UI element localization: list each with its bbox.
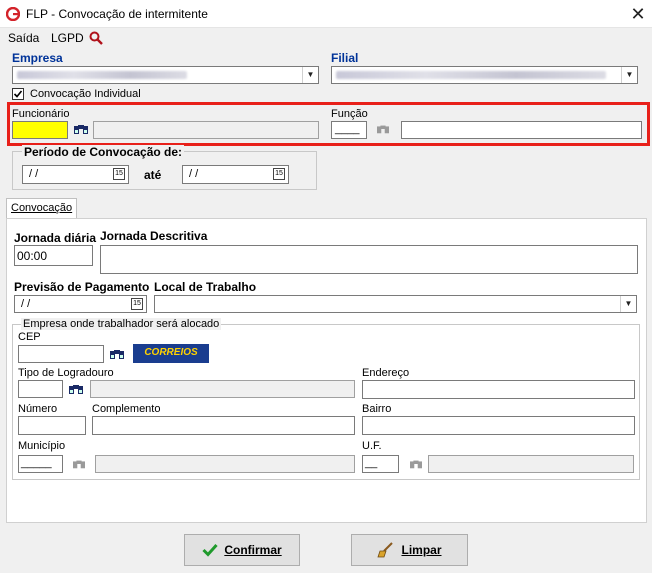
filial-select[interactable]: ▼ <box>331 66 638 84</box>
binoculars-icon[interactable] <box>68 382 84 399</box>
jornada-diaria-input[interactable]: 00:00 <box>14 245 93 266</box>
empresa-select[interactable]: ▼ <box>12 66 319 84</box>
municipio-label: Município <box>18 440 66 452</box>
menu-saida[interactable]: Saída <box>8 31 39 45</box>
convocacao-individual-label: Convocação Individual <box>30 88 141 100</box>
cep-input[interactable] <box>18 345 104 363</box>
periodo-to-value: / / <box>189 168 199 180</box>
periodo-ate-label: até <box>144 168 162 182</box>
chevron-down-icon[interactable]: ▼ <box>621 67 637 83</box>
jornada-diaria-label: Jornada diária <box>14 231 97 245</box>
window-title: FLP - Convocação de intermitente <box>26 7 208 21</box>
tipo-logradouro-desc-field <box>90 380 355 398</box>
municipio-name-field <box>95 455 355 473</box>
uf-label: U.F. <box>362 440 382 452</box>
tipo-logradouro-label: Tipo de Logradouro <box>18 367 114 379</box>
numero-label: Número <box>18 403 58 415</box>
limpar-button[interactable]: Limpar <box>351 534 468 566</box>
periodo-from-value: / / <box>29 168 39 180</box>
municipio-code-input[interactable]: _____ <box>18 455 63 473</box>
local-trabalho-label: Local de Trabalho <box>154 280 257 294</box>
jornada-descritiva-input[interactable] <box>100 245 638 274</box>
periodo-from-input[interactable]: / / 15 <box>22 165 129 184</box>
bairro-label: Bairro <box>362 403 392 415</box>
complemento-input[interactable] <box>92 416 355 435</box>
funcao-name-field[interactable] <box>401 121 642 139</box>
jornada-descritiva-label: Jornada Descritiva <box>100 229 208 243</box>
chevron-down-icon[interactable]: ▼ <box>302 67 318 83</box>
previsao-pagamento-label: Previsão de Pagamento <box>14 280 150 294</box>
broom-icon <box>377 542 394 558</box>
funcao-code-input[interactable]: ____ <box>331 121 367 139</box>
confirmar-label: Confirmar <box>224 543 282 557</box>
checkmark-icon <box>202 543 218 557</box>
tipo-logradouro-input[interactable] <box>18 380 63 398</box>
funcao-code-value: ____ <box>335 123 360 135</box>
check-icon <box>13 90 23 98</box>
filial-value-redacted <box>336 71 606 79</box>
calendar-icon[interactable]: 15 <box>131 298 143 310</box>
binoculars-icon[interactable] <box>376 123 390 138</box>
uf-input[interactable]: __ <box>362 455 399 473</box>
jornada-diaria-value: 00:00 <box>17 249 48 263</box>
numero-input[interactable] <box>18 416 86 435</box>
uf-value: __ <box>365 457 378 469</box>
periodo-to-input[interactable]: / / 15 <box>182 165 289 184</box>
tab-convocacao[interactable]: Convocação <box>6 198 77 218</box>
previsao-pagamento-input[interactable]: / / 15 <box>14 295 147 313</box>
empresa-value-redacted <box>17 71 187 79</box>
funcionario-code-input[interactable] <box>12 121 68 139</box>
endereco-input[interactable] <box>362 380 635 399</box>
menu-lgpd[interactable]: LGPD <box>51 31 84 45</box>
uf-name-field <box>428 455 634 473</box>
convocacao-individual-checkbox[interactable] <box>12 88 24 100</box>
cep-label: CEP <box>18 331 41 343</box>
binoculars-icon[interactable] <box>73 122 89 139</box>
binoculars-icon[interactable] <box>109 347 125 364</box>
endereco-label: Endereço <box>362 367 410 379</box>
close-icon[interactable]: ✕ <box>626 2 650 26</box>
app-logo-icon <box>6 7 20 21</box>
empresa-label: Empresa <box>12 51 63 65</box>
calendar-icon[interactable]: 15 <box>273 168 285 180</box>
search-icon[interactable] <box>89 31 103 45</box>
funcionario-label: Funcionário <box>12 108 70 120</box>
title-bar: FLP - Convocação de intermitente ✕ <box>0 0 652 28</box>
periodo-label: Período de Convocação de: <box>22 145 185 159</box>
empresa-alocado-label: Empresa onde trabalhador será alocado <box>21 318 222 330</box>
funcionario-name-field <box>93 121 319 139</box>
municipio-code-value: _____ <box>21 457 52 469</box>
binoculars-icon[interactable] <box>409 458 423 473</box>
local-trabalho-select[interactable]: ▼ <box>154 295 637 313</box>
confirmar-button[interactable]: Confirmar <box>184 534 300 566</box>
funcao-label: Função <box>331 108 368 120</box>
limpar-label: Limpar <box>401 543 442 557</box>
calendar-icon[interactable]: 15 <box>113 168 125 180</box>
chevron-down-icon[interactable]: ▼ <box>620 296 636 312</box>
binoculars-icon[interactable] <box>72 458 86 473</box>
previsao-pagamento-value: / / <box>21 298 31 310</box>
bairro-input[interactable] <box>362 416 635 435</box>
complemento-label: Complemento <box>92 403 161 415</box>
filial-label: Filial <box>331 51 359 65</box>
correios-button[interactable]: CORREIOS <box>133 344 209 363</box>
